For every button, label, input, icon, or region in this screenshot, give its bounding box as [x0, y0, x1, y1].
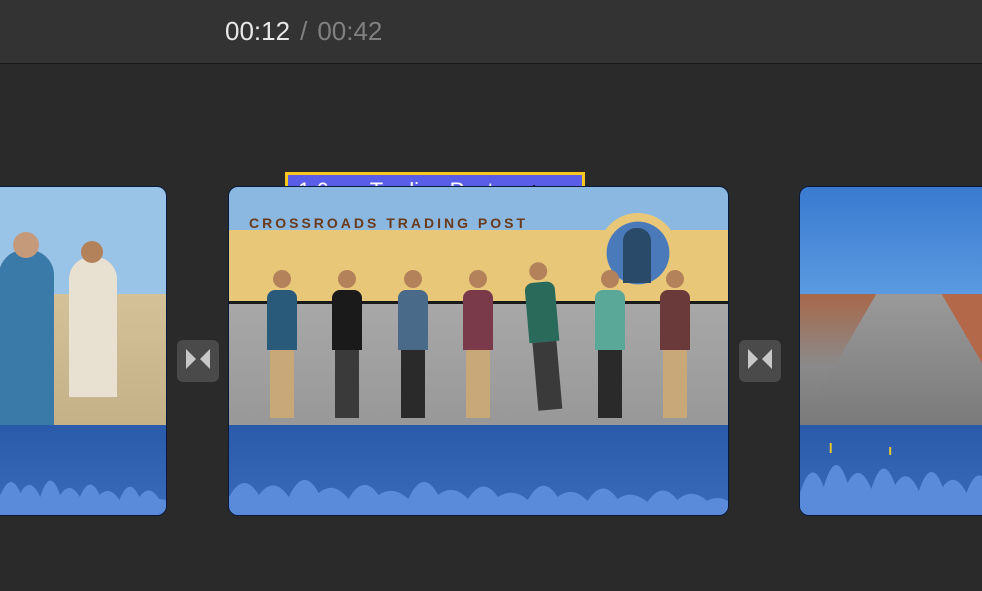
transition-icon — [184, 345, 212, 378]
timecode-bar: 00:12 / 00:42 — [0, 0, 982, 64]
timecode-current: 00:12 — [225, 16, 290, 47]
timecode-separator: / — [300, 16, 307, 47]
transition-2[interactable] — [738, 339, 782, 383]
transition-icon — [746, 345, 774, 378]
clip-2-thumbnail: CROSSROADS TRADING POST — [229, 187, 728, 425]
clips-row: CROSSROADS TRADING POST — [0, 186, 982, 516]
clip-1-thumbnail — [0, 187, 166, 425]
timecode-total: 00:42 — [317, 16, 382, 47]
clip-3-audio-waveform[interactable] — [800, 425, 982, 515]
timeline[interactable]: 1,6 s – Trading Post CROSSROADS TRADING … — [0, 64, 982, 591]
video-clip-2[interactable]: CROSSROADS TRADING POST — [228, 186, 729, 516]
clip-1-audio-waveform[interactable] — [0, 425, 166, 515]
video-clip-1[interactable] — [0, 186, 167, 516]
clip-2-sign-text: CROSSROADS TRADING POST — [249, 215, 528, 231]
video-clip-3[interactable] — [799, 186, 982, 516]
clip-2-audio-waveform[interactable] — [229, 425, 728, 515]
transition-1[interactable] — [176, 339, 220, 383]
clip-3-thumbnail — [800, 187, 982, 425]
